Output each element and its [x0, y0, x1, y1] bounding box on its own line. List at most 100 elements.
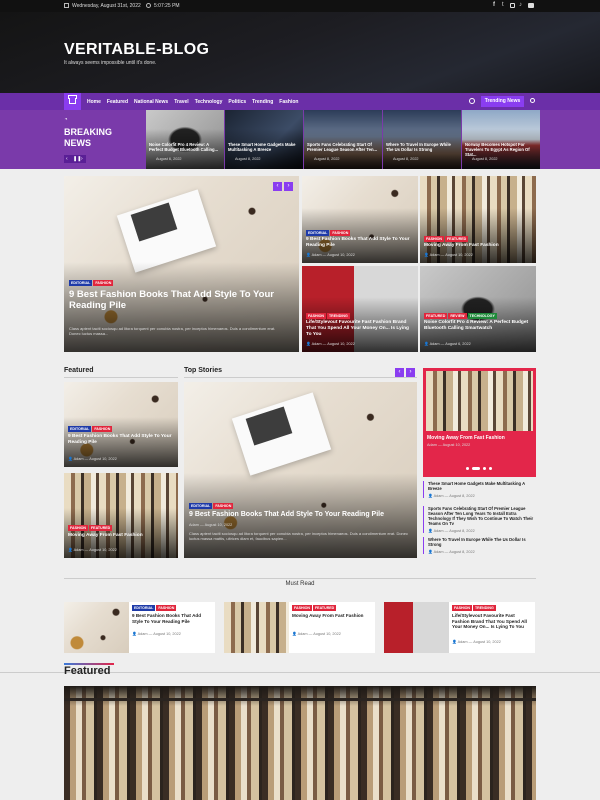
must-read-card[interactable]: EDITORIAL FASHION 9 Best Fashion Books Tha…: [64, 602, 215, 653]
must-read-title[interactable]: Life/Stylevout Favourite Fast Fashion Br…: [452, 613, 532, 630]
category-tag[interactable]: FASHION: [306, 313, 326, 319]
hero-prev-button[interactable]: ‹: [273, 182, 282, 191]
ts-tag-0[interactable]: EDITORIAL: [189, 503, 213, 509]
nav-item-national-news[interactable]: National News: [134, 99, 168, 105]
top-stories-card[interactable]: EDITORIAL FASHION Adam — August 10, 2022 …: [184, 382, 417, 558]
site-title[interactable]: VERITABLE-BLOG: [64, 41, 209, 59]
featured-card[interactable]: EDITORIAL FASHION 9 Best Fashion Books Tha…: [64, 382, 178, 467]
next-icon[interactable]: ›: [81, 156, 83, 162]
featured-bottom-image[interactable]: [64, 686, 536, 800]
hero-title[interactable]: 9 Best Fashion Books That Add Style To Y…: [69, 289, 294, 312]
hero-tag-0[interactable]: EDITORIAL: [69, 280, 93, 286]
category-tag[interactable]: FASHION: [330, 230, 351, 236]
breaking-item-title[interactable]: Where To Travel In Europe While The Us D…: [386, 142, 458, 152]
nav-item-fashion[interactable]: Fashion: [279, 99, 298, 105]
author-name[interactable]: Adam: [430, 253, 440, 257]
category-tag[interactable]: FASHION: [92, 426, 113, 432]
breaking-controls[interactable]: ‹ ❚❚ ›: [64, 155, 86, 163]
hero-tag-1[interactable]: FASHION: [93, 280, 114, 286]
category-tag[interactable]: REVIEW: [448, 313, 467, 319]
nav-item-home[interactable]: Home: [87, 99, 101, 105]
must-read-thumb[interactable]: [224, 602, 289, 653]
featured-card-title[interactable]: 9 Best Fashion Books That Add Style To Y…: [68, 434, 174, 446]
must-read-thumb[interactable]: [384, 602, 449, 653]
nav-item-featured[interactable]: Featured: [107, 99, 128, 105]
author-name[interactable]: Adam: [458, 640, 468, 644]
side-card-dots[interactable]: [466, 467, 496, 471]
grid-card-title[interactable]: Noise Colorfit Pro 4 Review: A Perfect B…: [424, 320, 532, 332]
breaking-item[interactable]: Where To Travel In Europe While The Us D…: [383, 110, 461, 169]
featured-card-title[interactable]: Moving Away From Fast Fashion: [68, 533, 174, 539]
category-tag[interactable]: TRENDING: [472, 605, 496, 611]
breaking-item[interactable]: These Smart Home Gadgets Make Multitaski…: [225, 110, 303, 169]
category-tag[interactable]: TECHNOLOGY: [467, 313, 497, 319]
nav-item-travel[interactable]: Travel: [174, 99, 188, 105]
grid-card-title[interactable]: Moving Away From Fast Fashion: [424, 243, 532, 249]
author-name[interactable]: Adam: [434, 494, 444, 498]
must-read-card[interactable]: FASHION TRENDING Life/Stylevout Favourite …: [384, 602, 535, 653]
side-list-title[interactable]: Sports Fans Celebrating Start Of Premier…: [428, 506, 536, 526]
theme-toggle-icon[interactable]: [469, 98, 475, 104]
breaking-item[interactable]: Norway Becomes Hotspot For Travelers To …: [462, 110, 540, 169]
hero-card[interactable]: EDITORIAL FASHION 9 Best Fashion Books Th…: [64, 176, 299, 352]
trending-news-button[interactable]: Trending News: [481, 96, 524, 107]
category-tag[interactable]: EDITORIAL: [306, 230, 330, 236]
facebook-icon[interactable]: f: [493, 2, 495, 8]
category-tag[interactable]: FASHION: [292, 605, 312, 611]
search-icon[interactable]: [530, 98, 535, 103]
nav-item-technology[interactable]: Technology: [195, 99, 223, 105]
author-name[interactable]: Adam: [74, 548, 84, 552]
breaking-item-title[interactable]: Norway Becomes Hotspot For Travelers To …: [465, 142, 537, 157]
breaking-item-title[interactable]: Noise Colorfit Pro 4 Review: A Perfect B…: [149, 142, 221, 152]
ts-tag-1[interactable]: FASHION: [213, 503, 234, 509]
category-tag[interactable]: FEATURED: [424, 313, 448, 319]
category-tag[interactable]: EDITORIAL: [132, 605, 156, 611]
side-list-item[interactable]: Where To Travel In Europe While The Us D…: [423, 537, 536, 555]
nav-item-politics[interactable]: Politics: [228, 99, 246, 105]
twitter-icon[interactable]: t: [502, 2, 504, 8]
hero-next-button[interactable]: ›: [284, 182, 293, 191]
author-name[interactable]: Adam: [138, 632, 148, 636]
category-tag[interactable]: FEATURED: [444, 236, 469, 242]
author-name[interactable]: Adam: [430, 342, 440, 346]
youtube-icon[interactable]: [528, 3, 534, 8]
breaking-item-title[interactable]: These Smart Home Gadgets Make Multitaski…: [228, 142, 300, 152]
nav-item-trending[interactable]: Trending: [252, 99, 273, 105]
instagram-icon[interactable]: [510, 3, 515, 8]
author-name[interactable]: Adam: [434, 529, 444, 533]
author-name[interactable]: Adam: [74, 457, 84, 461]
grid-card-title[interactable]: Life/Stylevout Favourite Fast Fashion Br…: [306, 320, 414, 337]
side-card-title[interactable]: Moving Away From Fast Fashion: [427, 435, 505, 441]
must-read-thumb[interactable]: [64, 602, 129, 653]
category-tag[interactable]: TRENDING: [326, 313, 350, 319]
home-icon[interactable]: [64, 93, 81, 110]
breaking-item[interactable]: Noise Colorfit Pro 4 Review: A Perfect B…: [146, 110, 224, 169]
side-list-item[interactable]: These Smart Home Gadgets Make Multitaski…: [423, 481, 536, 499]
category-tag[interactable]: FASHION: [156, 605, 177, 611]
category-tag[interactable]: FEATURED: [312, 605, 337, 611]
breaking-item[interactable]: Sports Fans Celebrating Start Of Premier…: [304, 110, 382, 169]
must-read-card[interactable]: FASHION FEATURED Moving Away From Fast Fas…: [224, 602, 375, 653]
category-tag[interactable]: EDITORIAL: [68, 426, 92, 432]
featured-card[interactable]: FASHION FEATURED Moving Away From Fast Fas…: [64, 473, 178, 558]
author-name[interactable]: Adam: [312, 253, 322, 257]
top-stories-prev[interactable]: ‹: [395, 368, 404, 377]
grid-card[interactable]: FEATURED REVIEW TECHNOLOGY Noise Colorfit P…: [420, 266, 536, 352]
author-name[interactable]: Adam: [298, 632, 308, 636]
must-read-title[interactable]: Moving Away From Fast Fashion: [292, 613, 372, 619]
prev-icon[interactable]: ‹: [66, 156, 68, 162]
grid-card[interactable]: EDITORIAL FASHION 9 Best Fashion Books Tha…: [302, 176, 418, 263]
breaking-item-title[interactable]: Sports Fans Celebrating Start Of Premier…: [307, 142, 379, 152]
grid-card[interactable]: FASHION FEATURED Moving Away From Fast Fas…: [420, 176, 536, 263]
must-read-title[interactable]: 9 Best Fashion Books That Add Style To Y…: [132, 613, 212, 624]
tiktok-icon[interactable]: ♪: [519, 2, 522, 8]
side-list-item[interactable]: Sports Fans Celebrating Start Of Premier…: [423, 506, 536, 534]
top-stories-next[interactable]: ›: [406, 368, 415, 377]
category-tag[interactable]: FASHION: [68, 525, 88, 531]
category-tag[interactable]: FASHION: [424, 236, 444, 242]
category-tag[interactable]: FEATURED: [88, 525, 113, 531]
side-list-title[interactable]: Where To Travel In Europe While The Us D…: [428, 537, 536, 547]
author-name[interactable]: Adam: [434, 550, 444, 554]
category-tag[interactable]: FASHION: [452, 605, 472, 611]
side-list-title[interactable]: These Smart Home Gadgets Make Multitaski…: [428, 481, 536, 491]
